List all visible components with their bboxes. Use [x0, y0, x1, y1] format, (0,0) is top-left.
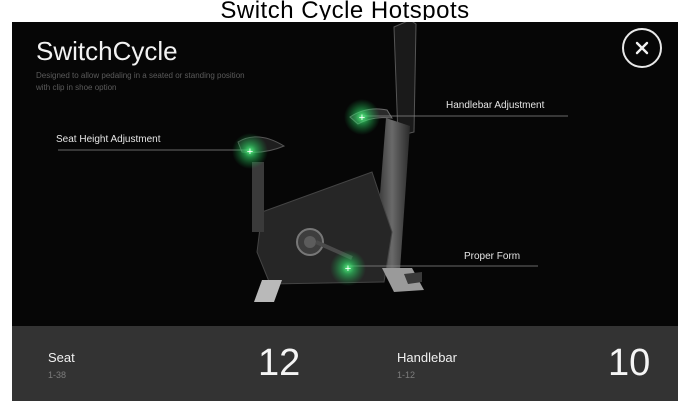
hotspot-seat-marker[interactable]: + — [232, 133, 268, 169]
hotspot-form-marker[interactable]: + — [330, 250, 366, 286]
hotspot-handlebar-label[interactable]: Handlebar Adjustment — [446, 100, 544, 111]
svg-text:+: + — [247, 146, 253, 158]
svg-text:+: + — [345, 263, 351, 275]
switchcycle-bike-image: + + + — [58, 22, 568, 302]
partial-caption: Switch Cycle Hotspots — [0, 0, 690, 20]
handlebar-value: 10 — [608, 342, 651, 384]
hotspot-handlebar-marker[interactable]: + — [344, 99, 380, 135]
seat-value: 12 — [258, 342, 301, 384]
settings-bar: Seat 1-38 12 Handlebar 1-12 10 — [12, 326, 678, 401]
handlebar-label: Handlebar — [397, 350, 457, 365]
product-detail-screen: SwitchCycle Designed to allow pedaling i… — [12, 22, 678, 401]
seat-label: Seat — [48, 350, 75, 365]
hotspot-seat-label[interactable]: Seat Height Adjustment — [56, 134, 161, 145]
seat-range: 1-38 — [48, 370, 67, 380]
hotspot-form-label[interactable]: Proper Form — [464, 251, 520, 262]
handlebar-range: 1-12 — [397, 370, 416, 380]
svg-text:+: + — [359, 112, 365, 124]
